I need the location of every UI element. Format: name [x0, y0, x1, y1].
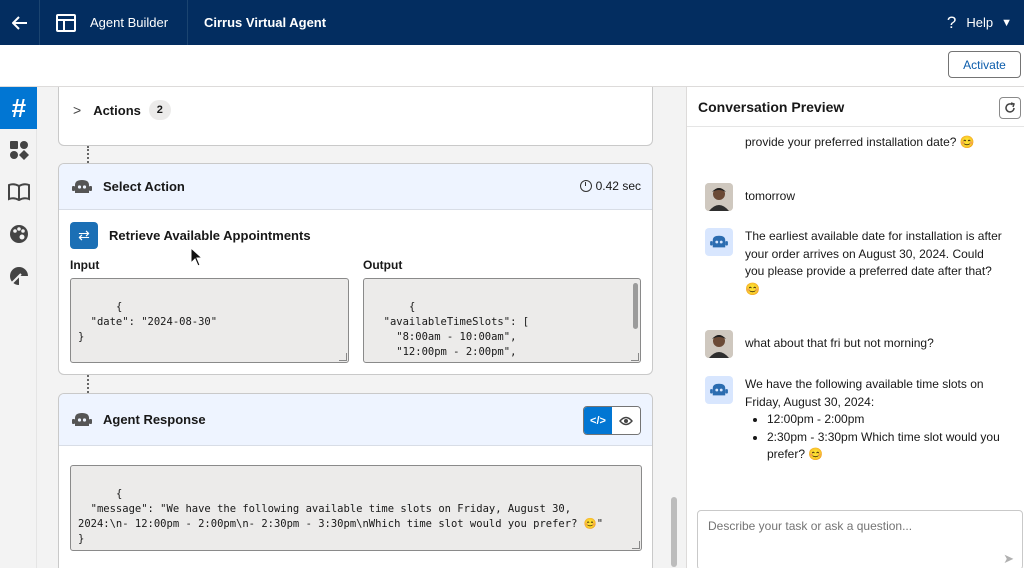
code-view-button[interactable]: </>	[584, 407, 612, 434]
global-header: Agent Builder Cirrus Virtual Agent ? Hel…	[0, 0, 1024, 45]
palette-icon	[9, 225, 28, 243]
scrollbar[interactable]	[633, 283, 638, 329]
actions-label: Actions	[93, 102, 141, 118]
output-json[interactable]: { "availableTimeSlots": [ "8:00am - 10:0…	[363, 278, 641, 363]
duration-value: 0.42 sec	[595, 179, 641, 193]
output-label: Output	[363, 258, 403, 272]
output-json-text: { "availableTimeSlots": [ "8:00am - 10:0…	[383, 301, 530, 362]
select-action-header: Select Action 0.42 sec	[59, 164, 652, 210]
actions-toggle[interactable]: > Actions 2	[73, 100, 171, 120]
chat-input[interactable]	[698, 513, 1022, 539]
builder-toolbar: Activate	[0, 45, 1024, 87]
time-slot-item: 12:00pm - 2:00pm	[767, 411, 1000, 429]
actions-count-badge: 2	[148, 100, 171, 120]
app-name: Agent Builder	[90, 15, 169, 30]
duration: 0.42 sec	[579, 179, 641, 193]
question-icon: ?	[946, 12, 957, 32]
preview-view-button[interactable]	[612, 407, 640, 434]
user-message: tomorrow	[705, 183, 1015, 211]
time-slot-list: 12:00pm - 2:00pm 2:30pm - 3:30pm Which t…	[767, 411, 1000, 464]
user-avatar	[705, 183, 733, 211]
action-name-row: ⇄ Retrieve Available Appointments	[70, 222, 311, 249]
response-json[interactable]: { "message": "We have the following avai…	[70, 465, 642, 551]
input-json[interactable]: { "date": "2024-08-30" }	[70, 278, 349, 363]
rail-item-appearance[interactable]	[0, 213, 37, 255]
agent-response-card: Agent Response </> { "message": "We have…	[58, 393, 653, 568]
select-action-card: Select Action 0.42 sec ⇄ Retrieve Availa…	[58, 163, 653, 375]
message-body: We have the following available time slo…	[745, 376, 1000, 464]
message-text: The earliest available date for installa…	[745, 229, 1002, 296]
flow-connector	[87, 375, 89, 393]
input-label: Input	[70, 258, 100, 272]
rail-item-library[interactable]	[0, 171, 37, 213]
preview-header: Conversation Preview	[687, 87, 1024, 127]
agent-message: provide your preferred installation date…	[705, 134, 1015, 152]
mouse-cursor-icon	[190, 247, 204, 267]
conversation-preview-panel: Conversation Preview provide your prefer…	[686, 87, 1024, 568]
eye-icon	[619, 416, 633, 425]
user-message: what about that fri but not morning?	[705, 330, 1015, 358]
send-icon[interactable]: ➤	[1003, 551, 1014, 567]
chat-transcript: provide your preferred installation date…	[687, 127, 1024, 502]
back-button[interactable]	[0, 0, 40, 45]
refresh-icon	[1005, 102, 1015, 113]
builder-canvas: > Actions 2 Select Action 0.42 sec ⇄ Ret…	[37, 87, 677, 568]
agent-avatar	[705, 228, 733, 256]
rail-item-components[interactable]	[0, 129, 37, 171]
activate-button[interactable]: Activate	[948, 51, 1021, 78]
flow-action-icon: ⇄	[70, 222, 98, 249]
action-name: Retrieve Available Appointments	[109, 228, 311, 243]
message-text: provide your preferred installation date…	[745, 135, 975, 149]
help-menu[interactable]: ? Help ▼	[947, 13, 1024, 33]
hash-icon: #	[11, 92, 26, 123]
clock-icon	[579, 180, 592, 192]
agent-response-title: Agent Response	[103, 412, 206, 427]
message-text: tomorrow	[745, 189, 796, 203]
input-json-text: { "date": "2024-08-30" }	[78, 301, 218, 343]
left-rail: #	[0, 87, 37, 568]
chevron-right-icon: >	[73, 102, 82, 118]
preview-title: Conversation Preview	[698, 98, 845, 115]
agent-icon	[72, 179, 92, 193]
time-slot-item: 2:30pm - 3:30pm Which time slot would yo…	[767, 429, 1000, 464]
rail-item-analytics[interactable]	[0, 255, 37, 297]
canvas-scrollbar[interactable]	[671, 497, 677, 567]
resize-handle[interactable]	[632, 541, 640, 549]
message-text: We have the following available time slo…	[745, 377, 984, 409]
book-icon	[7, 183, 30, 201]
select-action-title: Select Action	[103, 179, 185, 194]
actions-card: > Actions 2	[58, 87, 653, 146]
resize-handle[interactable]	[631, 353, 639, 361]
shapes-icon	[9, 141, 29, 160]
chat-input-box: ➤	[697, 510, 1023, 568]
message-text: what about that fri but not morning?	[745, 336, 934, 350]
agent-name: Cirrus Virtual Agent	[204, 15, 327, 30]
agent-message: We have the following available time slo…	[705, 376, 1015, 464]
app-switcher[interactable]: Agent Builder	[40, 0, 188, 45]
flow-connector	[87, 146, 89, 163]
agent-avatar	[705, 376, 733, 404]
view-toggle: </>	[583, 406, 641, 435]
agent-response-header: Agent Response </>	[59, 394, 652, 446]
user-avatar	[705, 330, 733, 358]
app-builder-icon	[56, 13, 76, 32]
arrow-left-icon	[11, 15, 27, 30]
chevron-down-icon: ▼	[1001, 16, 1012, 29]
radar-icon	[9, 267, 28, 285]
refresh-button[interactable]	[999, 97, 1021, 119]
agent-message: The earliest available date for installa…	[705, 228, 1015, 298]
resize-handle[interactable]	[339, 353, 347, 361]
help-label: Help	[966, 15, 994, 30]
rail-item-topics[interactable]: #	[0, 87, 37, 129]
response-json-text: { "message": "We have the following avai…	[78, 488, 604, 545]
agent-icon	[72, 412, 92, 426]
